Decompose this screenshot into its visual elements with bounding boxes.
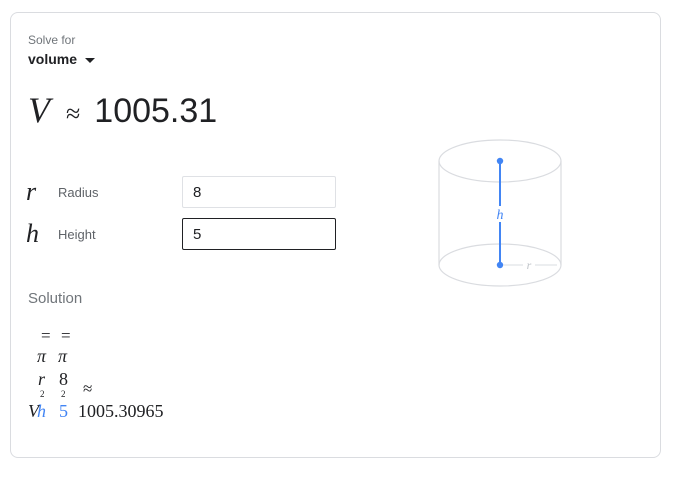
radius-symbol: r — [26, 177, 37, 206]
solve-for-selected: volume — [28, 51, 78, 67]
solution-expression: = = π π r 8 2 2 ≈ V h 5 1005.30965 — [28, 327, 228, 427]
solution-title: Solution — [28, 290, 83, 307]
height-bottom-dot — [496, 261, 504, 269]
diagram-h-label: h — [497, 208, 504, 223]
radius-input[interactable] — [182, 176, 336, 208]
solution-h-symbol: h — [37, 401, 46, 421]
solve-for-label: Solve for — [28, 33, 76, 47]
radius-row: r Radius — [26, 176, 336, 208]
solution-pi-1: π — [37, 346, 47, 366]
solution-exponent-1: 2 — [40, 389, 45, 399]
result-display: V ≈ 1005.31 — [28, 89, 217, 131]
solution-equals-2: = — [61, 326, 71, 345]
height-input[interactable] — [182, 218, 336, 250]
solution-equals-1: = — [41, 326, 51, 345]
height-symbol: h — [26, 219, 39, 248]
height-label: Height — [58, 226, 96, 242]
height-row: h Height — [26, 218, 336, 250]
solution-h-value: 5 — [59, 401, 68, 421]
radius-label: Radius — [58, 184, 99, 200]
height-top-dot — [496, 157, 504, 165]
diagram-r-label: r — [527, 258, 532, 272]
solution-pi-2: π — [58, 346, 68, 366]
solution-r-symbol: r — [38, 369, 46, 389]
calculator-card: Solve for volume V ≈ 1005.31 r Radius h … — [10, 12, 661, 458]
result-approx-symbol: ≈ — [66, 99, 81, 128]
solution-exponent-2: 2 — [61, 389, 66, 399]
result-value: 1005.31 — [94, 92, 218, 130]
result-variable: V — [28, 90, 50, 130]
solution-value: 1005.30965 — [78, 401, 164, 421]
solution-r-value: 8 — [59, 369, 68, 389]
solve-for-dropdown[interactable]: volume — [28, 51, 96, 67]
caret-down-icon — [85, 57, 96, 63]
cylinder-diagram: h r — [438, 139, 562, 287]
solution-approx-symbol: ≈ — [83, 379, 93, 398]
